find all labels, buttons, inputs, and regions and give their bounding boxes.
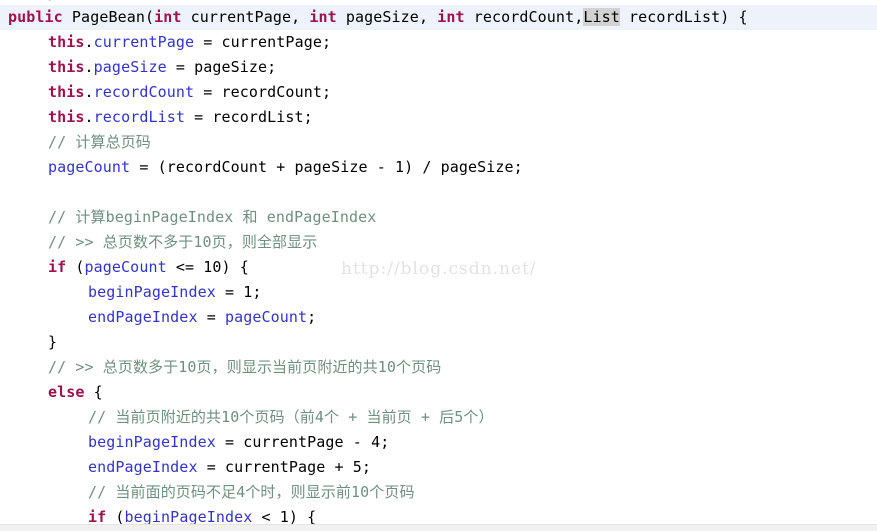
code-token-punct: = currentPage - 4; bbox=[215, 433, 390, 451]
line-assign-pagesize[interactable]: this.pageSize = pageSize; bbox=[0, 55, 877, 80]
code-token-cmt: // >> 总页数不多于10页，则全部显示 bbox=[48, 233, 318, 251]
editor-bottom-bar bbox=[0, 524, 877, 531]
code-token-field: pageSize bbox=[93, 58, 167, 76]
code-token-punct: <= 10) { bbox=[166, 258, 249, 276]
code-token-field: recordCount bbox=[93, 83, 195, 101]
code-token-cmt: // 当前面的页码不足4个时，则显示前10个页码 bbox=[88, 483, 415, 501]
code-token-kw: if bbox=[48, 258, 67, 276]
code-token-punct: ; bbox=[307, 308, 317, 326]
code-token-punct: = (recordCount + pageSize - 1) / pageSiz… bbox=[130, 158, 523, 176]
code-token-punct: = recordList; bbox=[184, 108, 313, 126]
code-token-punct: = currentPage; bbox=[194, 33, 332, 51]
code-token-cmt: // 计算beginPageIndex 和 endPageIndex bbox=[48, 208, 377, 226]
code-token-punct: = currentPage + 5; bbox=[197, 458, 372, 476]
code-token-field: currentPage bbox=[93, 33, 195, 51]
code-token-punct: recordCount, bbox=[464, 8, 584, 26]
line-assign-recordcount[interactable]: this.recordCount = recordCount; bbox=[0, 80, 877, 105]
code-token-punct: < 1) { bbox=[252, 508, 317, 524]
code-token-cmt: // >> 总页数多于10页，则显示当前页附近的共10个页码 bbox=[48, 358, 442, 376]
code-token-punct: . bbox=[84, 108, 94, 126]
code-token-punct bbox=[48, 183, 57, 201]
line-comment-near-pages[interactable]: // 当前页附近的共10个页码（前4个 + 当前页 + 后5个） bbox=[0, 405, 877, 430]
code-token-field: recordList bbox=[93, 108, 185, 126]
code-token-punct: ( bbox=[106, 508, 125, 524]
code-token-field: endPageIndex bbox=[88, 308, 198, 326]
line-close-if[interactable]: } bbox=[0, 330, 877, 355]
selected-token[interactable]: List bbox=[583, 8, 620, 26]
code-editor[interactable]: / public PageBean(int currentPage, int p… bbox=[0, 0, 877, 531]
code-token-kw: int bbox=[309, 8, 337, 26]
code-token-punct: = 1; bbox=[215, 283, 262, 301]
code-token-cmt: // 当前页附近的共10个页码（前4个 + 当前页 + 后5个） bbox=[88, 408, 494, 426]
code-token-cmt: // 计算总页码 bbox=[48, 133, 151, 151]
code-token-field: beginPageIndex bbox=[88, 283, 216, 301]
line-pagecount-calc[interactable]: pageCount = (recordCount + pageSize - 1)… bbox=[0, 155, 877, 180]
code-token-punct: PageBean( bbox=[62, 8, 155, 26]
line-comment-calc-indexes[interactable]: // 计算beginPageIndex 和 endPageIndex bbox=[0, 205, 877, 230]
code-token-kw: if bbox=[88, 508, 107, 524]
code-token-kw: this bbox=[48, 83, 85, 101]
code-token-punct: } bbox=[48, 333, 58, 351]
code-token-punct: { bbox=[84, 383, 103, 401]
code-content-area[interactable]: public PageBean(int currentPage, int pag… bbox=[0, 0, 877, 524]
line-begin-minus-4[interactable]: beginPageIndex = currentPage - 4; bbox=[0, 430, 877, 455]
line-end-plus-5[interactable]: endPageIndex = currentPage + 5; bbox=[0, 455, 877, 480]
code-token-kw: int bbox=[437, 8, 465, 26]
line-assign-recordlist[interactable]: this.recordList = recordList; bbox=[0, 105, 877, 130]
code-token-punct: . bbox=[84, 83, 94, 101]
line-comment-le-10[interactable]: // >> 总页数不多于10页，则全部显示 bbox=[0, 230, 877, 255]
code-token-punct: = bbox=[197, 308, 225, 326]
code-token-field: endPageIndex bbox=[88, 458, 198, 476]
code-token-punct: pageSize, bbox=[336, 8, 438, 26]
code-token-punct: . bbox=[84, 33, 94, 51]
code-token-punct: recordList) { bbox=[619, 8, 748, 26]
code-token-kw: public bbox=[8, 8, 63, 26]
line-blank-1[interactable] bbox=[0, 180, 877, 205]
code-token-punct: currentPage, bbox=[181, 8, 310, 26]
line-comment-total-pages[interactable]: // 计算总页码 bbox=[0, 130, 877, 155]
line-end-eq-pagecount[interactable]: endPageIndex = pageCount; bbox=[0, 305, 877, 330]
code-token-kw: int bbox=[154, 8, 182, 26]
code-token-punct: = recordCount; bbox=[194, 83, 332, 101]
code-token-kw: this bbox=[48, 33, 85, 51]
code-token-punct: . bbox=[84, 58, 94, 76]
code-token-field: pageCount bbox=[224, 308, 308, 326]
line-if-begin-lt-1[interactable]: if (beginPageIndex < 1) { bbox=[0, 505, 877, 524]
code-token-kw: else bbox=[48, 383, 85, 401]
line-comment-gt-10[interactable]: // >> 总页数多于10页，则显示当前页附近的共10个页码 bbox=[0, 355, 877, 380]
line-if-pagecount-le-10[interactable]: if (pageCount <= 10) { bbox=[0, 255, 877, 280]
code-token-field: pageCount bbox=[48, 158, 131, 176]
line-else[interactable]: else { bbox=[0, 380, 877, 405]
line-begin-eq-1[interactable]: beginPageIndex = 1; bbox=[0, 280, 877, 305]
code-token-kw: this bbox=[48, 58, 85, 76]
code-token-punct: = pageSize; bbox=[166, 58, 277, 76]
code-token-field: pageCount bbox=[84, 258, 167, 276]
line-comment-front-short[interactable]: // 当前面的页码不足4个时，则显示前10个页码 bbox=[0, 480, 877, 505]
code-token-punct: ( bbox=[66, 258, 85, 276]
code-token-field: beginPageIndex bbox=[88, 433, 216, 451]
line-assign-currentpage[interactable]: this.currentPage = currentPage; bbox=[0, 30, 877, 55]
code-token-kw: this bbox=[48, 108, 85, 126]
line-signature[interactable]: public PageBean(int currentPage, int pag… bbox=[0, 5, 877, 30]
code-token-field: beginPageIndex bbox=[124, 508, 253, 524]
